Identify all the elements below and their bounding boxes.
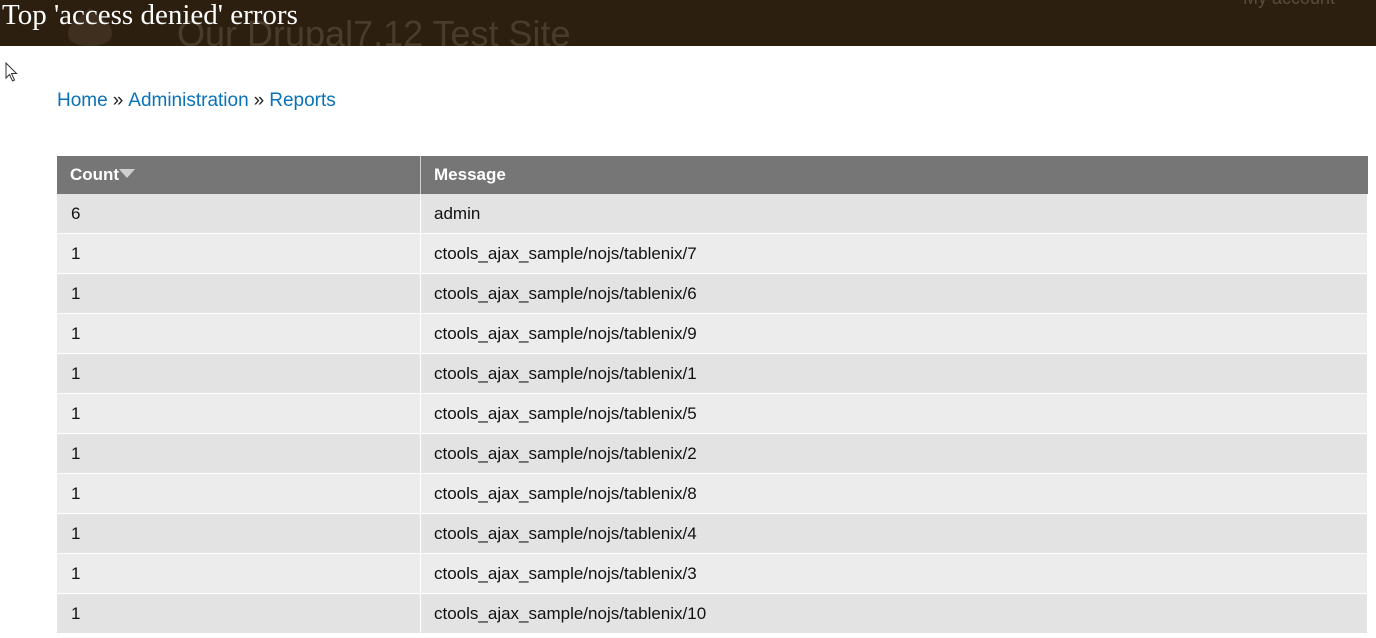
- table-row: 1 ctools_ajax_sample/nojs/tablenix/6: [57, 273, 1368, 314]
- breadcrumb-home[interactable]: Home: [57, 90, 108, 111]
- table-row: 1 ctools_ajax_sample/nojs/tablenix/4: [57, 513, 1368, 554]
- count-cell: 1: [57, 273, 421, 314]
- table-row: 1 ctools_ajax_sample/nojs/tablenix/1: [57, 353, 1368, 394]
- breadcrumb-administration[interactable]: Administration: [128, 90, 248, 111]
- count-cell: 1: [57, 313, 421, 354]
- table-row: 1 ctools_ajax_sample/nojs/tablenix/9: [57, 313, 1368, 354]
- message-cell: ctools_ajax_sample/nojs/tablenix/4: [420, 513, 1368, 554]
- message-cell: ctools_ajax_sample/nojs/tablenix/1: [420, 353, 1368, 394]
- table-row: 1 ctools_ajax_sample/nojs/tablenix/8: [57, 473, 1368, 514]
- breadcrumb: Home» Administration» Reports: [57, 89, 336, 113]
- column-header-count[interactable]: Count: [57, 156, 421, 194]
- sort-desc-icon: [119, 169, 136, 178]
- table-row: 1 ctools_ajax_sample/nojs/tablenix/5: [57, 393, 1368, 434]
- count-cell: 1: [57, 353, 421, 394]
- message-cell: ctools_ajax_sample/nojs/tablenix/7: [420, 233, 1368, 274]
- count-cell: 1: [57, 553, 421, 594]
- table-row: 1 ctools_ajax_sample/nojs/tablenix/7: [57, 233, 1368, 274]
- count-cell: 1: [57, 433, 421, 474]
- my-account-link[interactable]: My account: [1243, 0, 1335, 9]
- table-row: 1 ctools_ajax_sample/nojs/tablenix/2: [57, 433, 1368, 474]
- site-header: Our Drupal7.12 Test Site My account Top …: [0, 0, 1376, 46]
- breadcrumb-separator: »: [112, 90, 124, 111]
- column-header-message[interactable]: Message: [420, 156, 1368, 194]
- count-cell: 1: [57, 593, 421, 634]
- message-cell: ctools_ajax_sample/nojs/tablenix/5: [420, 393, 1368, 434]
- mouse-pointer-icon: [5, 62, 18, 82]
- count-cell: 1: [57, 513, 421, 554]
- count-cell: 1: [57, 473, 421, 514]
- count-cell: 6: [57, 194, 421, 234]
- table-header-row: Count Message: [57, 156, 1368, 194]
- count-cell: 1: [57, 233, 421, 274]
- message-cell: ctools_ajax_sample/nojs/tablenix/9: [420, 313, 1368, 354]
- message-cell: ctools_ajax_sample/nojs/tablenix/10: [420, 593, 1368, 634]
- access-denied-table: Count Message 6 admin 1 ctools_ajax_samp…: [57, 156, 1368, 634]
- table-row: 1 ctools_ajax_sample/nojs/tablenix/10: [57, 593, 1368, 634]
- count-cell: 1: [57, 393, 421, 434]
- column-header-message-label: Message: [434, 165, 506, 184]
- message-cell: ctools_ajax_sample/nojs/tablenix/3: [420, 553, 1368, 594]
- table-row: 1 ctools_ajax_sample/nojs/tablenix/3: [57, 553, 1368, 594]
- table-row: 6 admin: [57, 194, 1368, 234]
- message-cell: ctools_ajax_sample/nojs/tablenix/8: [420, 473, 1368, 514]
- message-cell: ctools_ajax_sample/nojs/tablenix/6: [420, 273, 1368, 314]
- breadcrumb-reports[interactable]: Reports: [269, 90, 336, 111]
- column-header-count-label: Count: [70, 165, 120, 184]
- message-cell: ctools_ajax_sample/nojs/tablenix/2: [420, 433, 1368, 474]
- breadcrumb-separator: »: [253, 90, 265, 111]
- message-cell: admin: [420, 194, 1368, 234]
- page-title: Top 'access denied' errors: [2, 0, 298, 31]
